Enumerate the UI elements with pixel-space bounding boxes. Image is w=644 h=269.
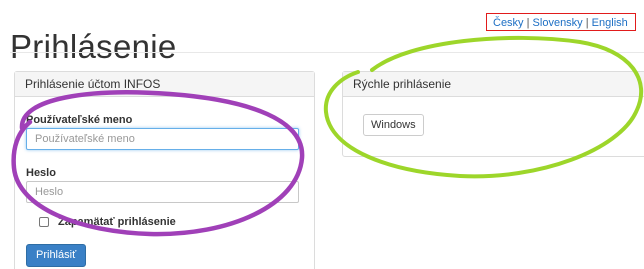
login-submit-button[interactable]: Prihlásiť (26, 244, 87, 267)
password-label: Heslo (26, 167, 56, 179)
windows-login-button[interactable]: Windows (363, 114, 424, 136)
remember-login-checkbox[interactable] (39, 217, 49, 227)
infos-login-panel: Prihlásenie účtom INFOS Používateľské me… (14, 71, 315, 269)
infos-login-heading: Prihlásenie účtom INFOS (15, 72, 314, 97)
language-separator: | (526, 17, 530, 29)
password-input[interactable] (26, 181, 299, 203)
language-switcher: Česky | Slovensky | English (486, 13, 636, 31)
login-page: Prihlásenie Česky | Slovensky | English … (0, 0, 644, 269)
language-link-cesky[interactable]: Česky (493, 17, 524, 29)
language-link-slovensky[interactable]: Slovensky (533, 17, 583, 29)
header-divider (10, 52, 644, 53)
language-link-english[interactable]: English (592, 17, 628, 29)
language-separator: | (585, 17, 589, 29)
remember-login-row[interactable]: Zapamätať prihlásenie (39, 215, 176, 229)
username-input[interactable] (26, 128, 299, 150)
page-title: Prihlásenie (10, 28, 177, 66)
remember-login-label: Zapamätať prihlásenie (58, 216, 176, 228)
username-label: Používateľské meno (26, 114, 133, 126)
quick-login-heading: Rýchle prihlásenie (343, 72, 644, 97)
quick-login-panel: Rýchle prihlásenie Windows (342, 71, 644, 157)
